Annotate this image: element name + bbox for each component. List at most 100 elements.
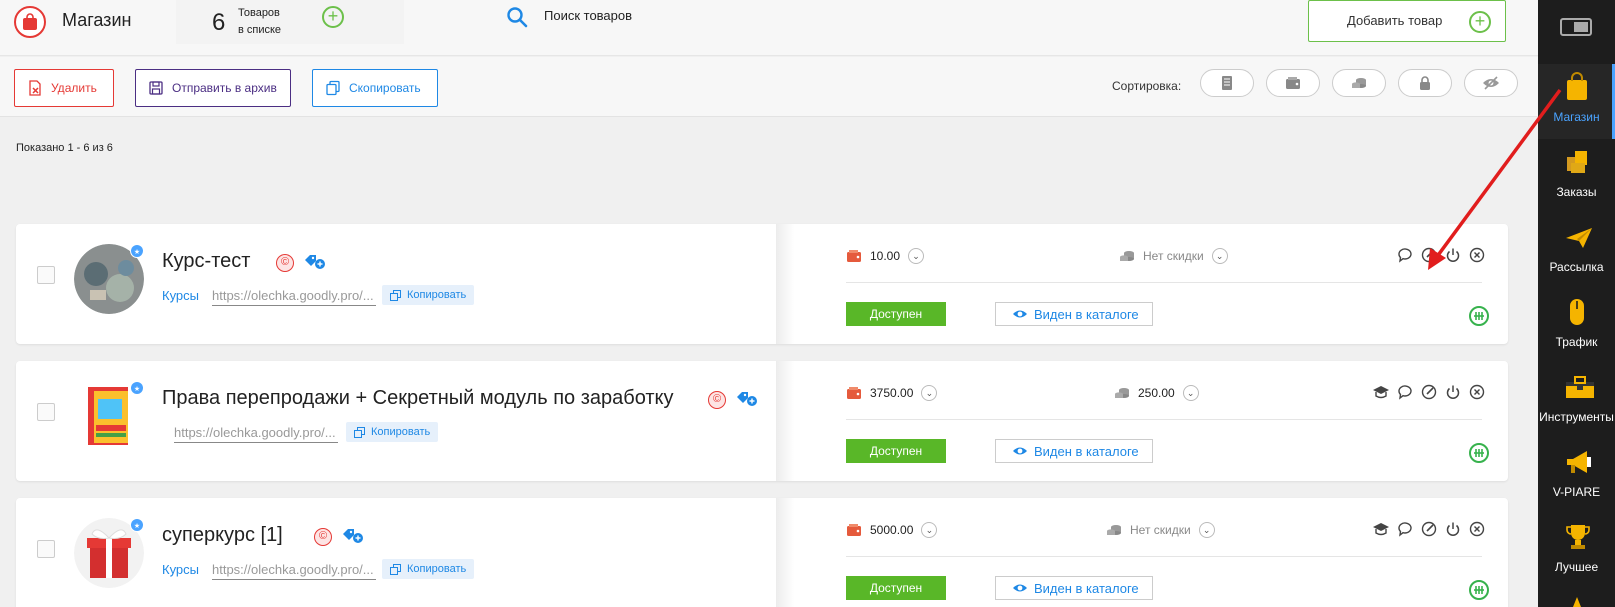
tag-plus-icon[interactable]: [342, 528, 364, 544]
partial-icon: [1573, 597, 1581, 607]
edit-icon[interactable]: [1420, 383, 1438, 401]
delete-button[interactable]: Удалить: [14, 69, 114, 107]
product-checkbox[interactable]: [37, 540, 55, 558]
copy-link-button[interactable]: Копировать: [382, 559, 475, 579]
comment-icon[interactable]: [1396, 520, 1414, 538]
power-icon[interactable]: [1444, 246, 1462, 264]
sidebar-item-vpiare[interactable]: V-PIARE: [1538, 439, 1615, 514]
sort-by-visibility-button[interactable]: [1464, 69, 1518, 97]
sort-by-discount-button[interactable]: [1332, 69, 1386, 97]
sidebar-item-traffic[interactable]: Трафик: [1538, 289, 1615, 364]
sidebar-item-orders[interactable]: Заказы: [1538, 139, 1615, 214]
top-header: Магазин 6 Товаров в списке + Поиск товар…: [0, 0, 1538, 56]
shopping-bag-icon: [23, 13, 37, 30]
graduation-cap-icon[interactable]: [1372, 383, 1390, 401]
wallet-icon: [847, 524, 861, 536]
visibility-toggle[interactable]: Виден в каталоге: [995, 439, 1153, 463]
power-icon[interactable]: [1444, 520, 1462, 538]
price-field[interactable]: 5000.00 ⌄: [846, 522, 938, 538]
save-icon: [149, 81, 163, 95]
payments-icon[interactable]: [1469, 443, 1489, 463]
chevron-down-icon[interactable]: ⌄: [921, 385, 938, 401]
edit-icon[interactable]: [1420, 246, 1438, 264]
visibility-label: Виден в каталоге: [1034, 306, 1139, 322]
status-badge[interactable]: Доступен: [846, 576, 946, 600]
copy-link-button[interactable]: Копировать: [382, 285, 475, 305]
trophy-icon: [1566, 525, 1590, 549]
search-trigger[interactable]: Поиск товаров: [544, 8, 632, 23]
eye-icon: [1013, 310, 1027, 318]
product-category[interactable]: Курсы: [162, 288, 199, 303]
product-url[interactable]: https://olechka.goodly.pro/...: [212, 288, 376, 306]
chevron-down-icon[interactable]: ⌄: [1198, 522, 1215, 538]
copyright-icon: ©: [708, 391, 726, 409]
quick-add-button[interactable]: +: [322, 6, 344, 28]
search-icon[interactable]: [506, 6, 528, 28]
visibility-toggle[interactable]: Виден в каталоге: [995, 302, 1153, 326]
graduation-cap-icon[interactable]: [1372, 520, 1390, 538]
product-name[interactable]: суперкурс [1]: [162, 524, 283, 547]
sidebar-toggle[interactable]: [1560, 18, 1592, 36]
card-divider: [776, 224, 794, 344]
sidebar-item-label: Заказы: [1556, 185, 1597, 199]
sidebar-item-tools[interactable]: Инструменты: [1538, 364, 1615, 439]
discount-field[interactable]: Нет скидки ⌄: [1119, 248, 1228, 264]
chevron-down-icon[interactable]: ⌄: [1182, 385, 1199, 401]
copy-link-label: Копировать: [407, 563, 467, 575]
chevron-down-icon[interactable]: ⌄: [921, 522, 938, 538]
visibility-toggle[interactable]: Виден в каталоге: [995, 576, 1153, 600]
comment-icon[interactable]: [1396, 246, 1414, 264]
close-icon[interactable]: [1468, 246, 1486, 264]
shop-logo: [14, 6, 46, 38]
sidebar-item-label: Трафик: [1555, 335, 1598, 349]
payments-icon[interactable]: [1469, 580, 1489, 600]
product-category[interactable]: Курсы: [162, 562, 199, 577]
product-name[interactable]: Права перепродажи + Секретный модуль по …: [162, 387, 674, 410]
sort-by-price-button[interactable]: [1266, 69, 1320, 97]
badge-icon: ★: [130, 518, 144, 532]
delete-file-icon: [29, 80, 41, 96]
card-separator: [846, 282, 1482, 283]
pagination-info: Показано 1 - 6 из 6: [16, 142, 113, 154]
close-icon[interactable]: [1468, 383, 1486, 401]
discount-value: Нет скидки: [1143, 249, 1204, 263]
product-card: ★ Права перепродажи + Секретный модуль п…: [16, 361, 1508, 481]
payments-icon[interactable]: [1469, 306, 1489, 326]
discount-field[interactable]: 250.00 ⌄: [1114, 385, 1199, 401]
add-product-button[interactable]: Добавить товар +: [1308, 0, 1506, 42]
comment-icon[interactable]: [1396, 383, 1414, 401]
chevron-down-icon[interactable]: ⌄: [1211, 248, 1228, 264]
copy-icon: [390, 289, 401, 301]
discount-field[interactable]: Нет скидки ⌄: [1106, 522, 1215, 538]
price-field[interactable]: 3750.00 ⌄: [846, 385, 938, 401]
chevron-down-icon[interactable]: ⌄: [908, 248, 925, 264]
price-field[interactable]: 10.00 ⌄: [846, 248, 925, 264]
product-checkbox[interactable]: [37, 266, 55, 284]
coins-icon: [1352, 78, 1366, 88]
price-value: 10.00: [870, 249, 901, 263]
tag-plus-icon[interactable]: [736, 391, 758, 407]
status-badge[interactable]: Доступен: [846, 302, 946, 326]
product-name[interactable]: Курс-тест: [162, 250, 250, 273]
archive-button[interactable]: Отправить в архив: [135, 69, 291, 107]
tag-plus-icon[interactable]: [304, 254, 326, 270]
product-url[interactable]: https://olechka.goodly.pro/...: [212, 562, 376, 580]
copy-link-button[interactable]: Копировать: [346, 422, 439, 442]
megaphone-icon: [1567, 451, 1591, 473]
product-card: ★ Курс-тест © Курсы https://olechka.good…: [16, 224, 1508, 344]
shopping-bag-icon: [1567, 72, 1587, 100]
sidebar-item-shop[interactable]: Магазин: [1538, 64, 1615, 139]
power-icon[interactable]: [1444, 383, 1462, 401]
sidebar-item-more[interactable]: [1538, 589, 1615, 607]
copy-button[interactable]: Скопировать: [312, 69, 438, 107]
sort-by-lock-button[interactable]: [1398, 69, 1452, 97]
product-url[interactable]: https://olechka.goodly.pro/...: [174, 425, 338, 443]
card-separator: [846, 556, 1482, 557]
sort-by-name-button[interactable]: [1200, 69, 1254, 97]
sidebar-item-mailing[interactable]: Рассылка: [1538, 214, 1615, 289]
status-badge[interactable]: Доступен: [846, 439, 946, 463]
sidebar-item-best[interactable]: Лучшее: [1538, 514, 1615, 589]
product-checkbox[interactable]: [37, 403, 55, 421]
edit-icon[interactable]: [1420, 520, 1438, 538]
close-icon[interactable]: [1468, 520, 1486, 538]
